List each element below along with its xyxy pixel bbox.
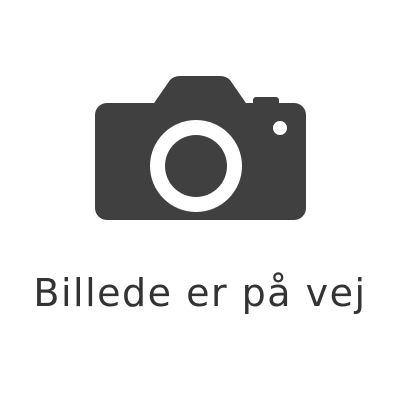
camera-icon [95,76,306,220]
image-placeholder: Billede er på vej [0,0,400,400]
placeholder-caption: Billede er på vej [33,271,367,315]
camera-lens [165,135,227,197]
camera-viewfinder-hump [152,76,248,106]
camera-flash-dot [273,121,287,135]
